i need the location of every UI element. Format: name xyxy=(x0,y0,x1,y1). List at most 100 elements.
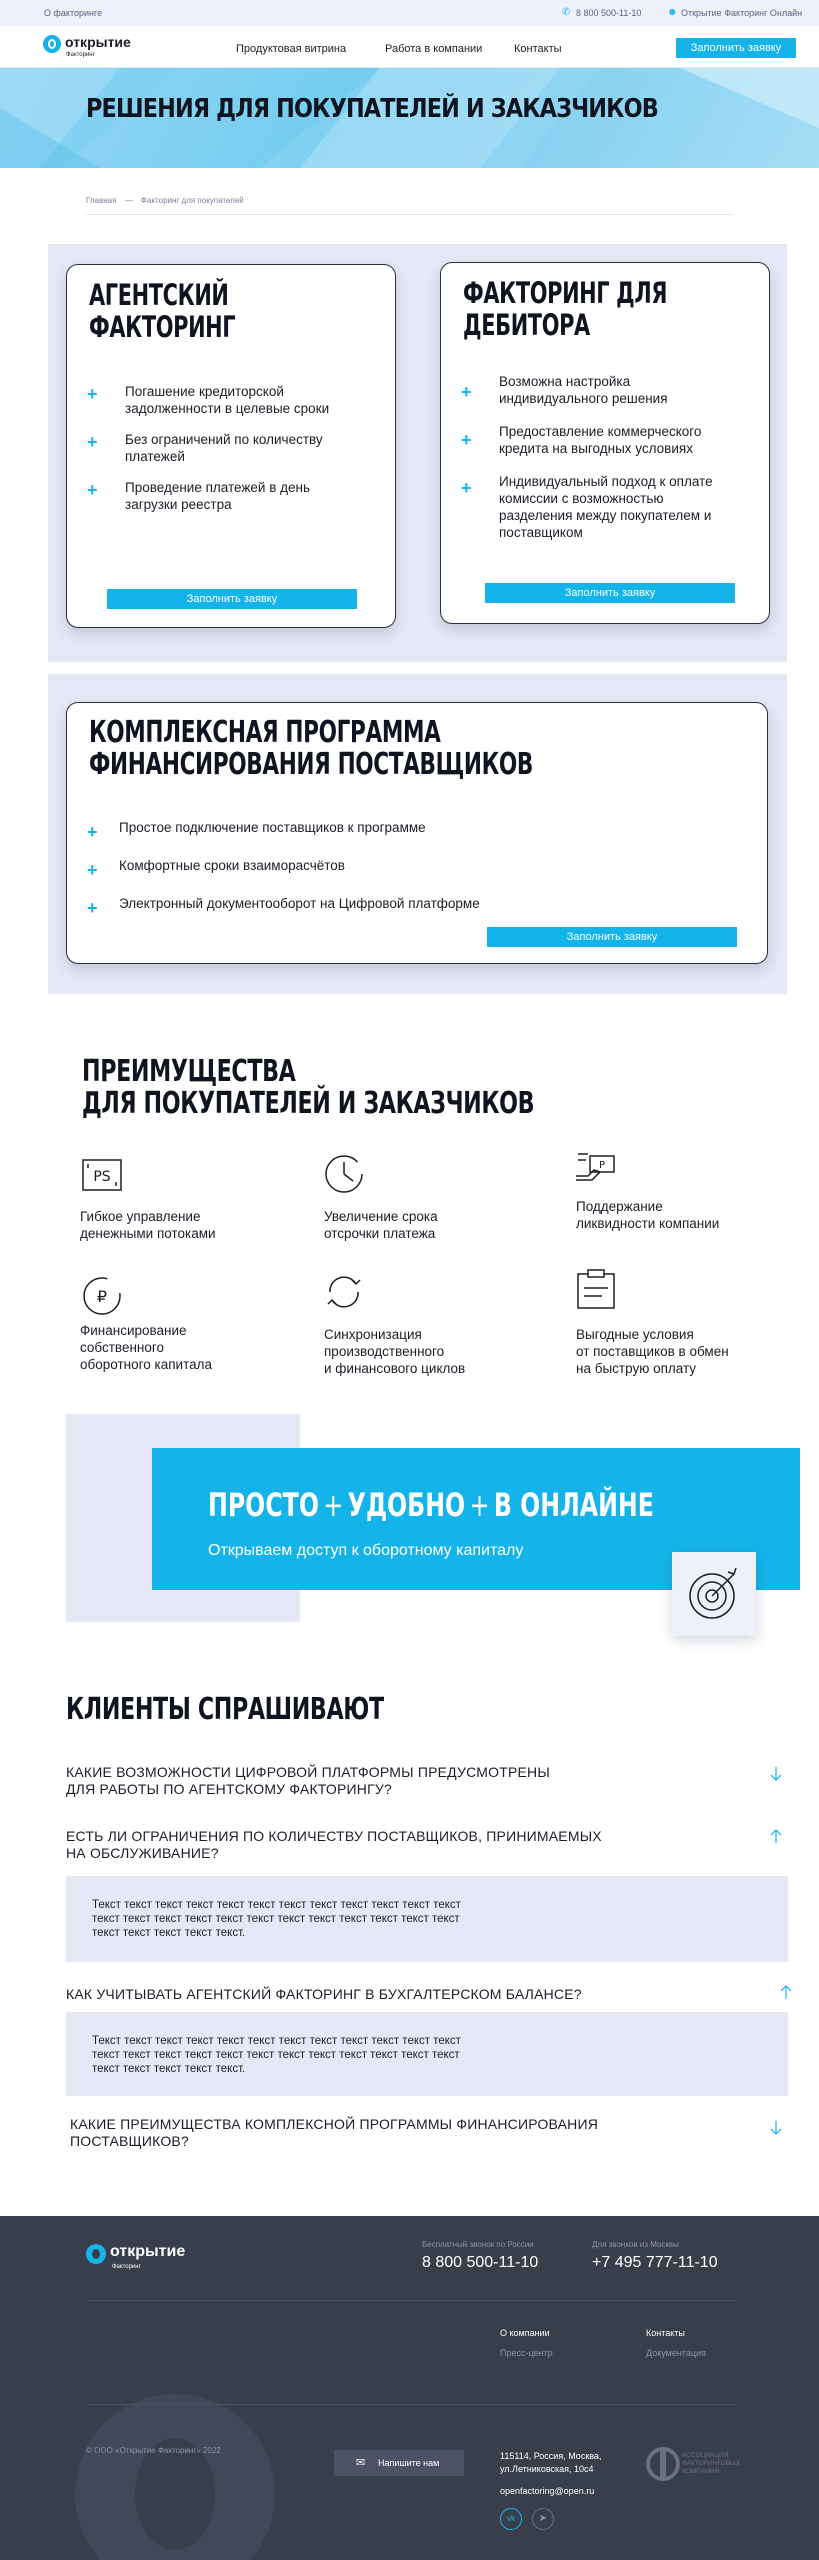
logo-subtitle: Факторинг xyxy=(66,52,95,58)
divider xyxy=(86,214,734,215)
telegram-icon[interactable]: ➤ xyxy=(532,2508,554,2530)
card-list-item: Комфортные сроки взаиморасчётов xyxy=(119,858,345,873)
footer-link-press[interactable]: Пресс-центр xyxy=(500,2348,553,2358)
cash-flow-icon: PS xyxy=(82,1159,122,1191)
footer-phone2[interactable]: +7 495 777-11-10 xyxy=(592,2254,718,2272)
phone1-label: Бесплатный звонок по России xyxy=(422,2240,534,2249)
advantage-text: Увеличение срока отсрочки платежа xyxy=(324,1209,438,1241)
header-apply-button[interactable]: Заполнить заявку xyxy=(676,38,796,58)
user-icon: ☻ xyxy=(667,7,678,18)
agent-apply-button[interactable]: Заполнить заявку xyxy=(107,589,357,609)
phone2-label: Для звонков из Москвы xyxy=(592,2240,679,2249)
footer-link-docs[interactable]: Документация xyxy=(646,2348,706,2358)
debtor-factoring-card: ФАКТОРИНГ ДЛЯ ДЕБИТОРА + Возможна настрой… xyxy=(440,262,770,624)
mail-icon: ✉ xyxy=(356,2457,366,2469)
plus-icon: + xyxy=(87,898,98,918)
footer-logo-subtitle: Факторинг xyxy=(112,2264,141,2270)
svg-text:₽: ₽ xyxy=(97,1287,107,1306)
nav-products[interactable]: Продуктовая витрина xyxy=(236,43,346,55)
footer-divider xyxy=(86,2404,734,2405)
topbar-phone[interactable]: 8 800 500-11-10 xyxy=(576,8,641,18)
target-icon xyxy=(689,1567,737,1619)
advantages-title: ПРЕИМУЩЕСТВА ДЛЯ ПОКУПАТЕЛЕЙ И ЗАКАЗЧИКОВ xyxy=(82,1054,535,1121)
footer-divider xyxy=(86,2300,734,2301)
card-title: ФАКТОРИНГ ДЛЯ ДЕБИТОРА xyxy=(463,276,668,342)
footer-link-about[interactable]: О компании xyxy=(500,2328,550,2338)
footer-link-contacts[interactable]: Контакты xyxy=(646,2328,685,2338)
plus-icon: + xyxy=(87,384,98,404)
ruble-coin-icon: ₽ xyxy=(83,1277,121,1315)
svg-text:P: P xyxy=(599,1160,605,1171)
svg-text:PS: PS xyxy=(93,1169,110,1185)
vk-icon[interactable]: vk xyxy=(500,2508,522,2530)
plus-icon: + xyxy=(87,860,98,880)
footer: открытие Факторинг Бесплатный звонок по … xyxy=(0,2216,819,2560)
write-us-button[interactable]: ✉ Напишите нам xyxy=(334,2450,464,2476)
breadcrumb-home[interactable]: Главная xyxy=(86,196,116,205)
association-text: АССОЦИАЦИЯ ФАКТОРИНГОВЫХ КОМПАНИЙ xyxy=(682,2452,740,2475)
plus-icon: + xyxy=(87,822,98,842)
advantage-text: Поддержание ликвидности компании xyxy=(576,1199,720,1231)
card-list-item: Проведение платежей в день загрузки реест… xyxy=(125,480,311,512)
promo-title: ПРОСТО + УДОБНО + В ОНЛАЙНЕ xyxy=(208,1486,654,1524)
faq-question[interactable]: ЕСТЬ ЛИ ОГРАНИЧЕНИЯ ПО КОЛИЧЕСТВУ ПОСТАВ… xyxy=(66,1828,602,1862)
breadcrumb: Главная — Факторинг для покупателей xyxy=(86,196,244,205)
card-list-item: Без ограничений по количеству платежей xyxy=(125,432,323,464)
card-list-item: Предоставление коммерческого кредита на в… xyxy=(499,424,702,456)
logo-text[interactable]: открытие xyxy=(65,34,131,50)
nav-careers[interactable]: Работа в компании xyxy=(385,43,482,55)
advantage-text: Финансирование собственного оборотного кап… xyxy=(80,1323,212,1372)
target-tile xyxy=(672,1552,756,1636)
logo-icon xyxy=(43,35,61,53)
header: открытие Факторинг Продуктовая витрина Р… xyxy=(0,26,819,68)
arrow-up-icon[interactable] xyxy=(776,1982,796,2002)
online-link[interactable]: Открытие Факторинг Онлайн xyxy=(681,8,802,18)
arrow-up-icon[interactable] xyxy=(766,1826,786,1846)
breadcrumb-separator: — xyxy=(124,196,133,205)
phone-icon: ✆ xyxy=(562,7,571,18)
plus-icon: + xyxy=(461,478,472,498)
arrow-down-icon[interactable] xyxy=(766,2118,786,2138)
plus-icon: + xyxy=(87,480,98,500)
association-logo-icon xyxy=(646,2447,680,2481)
card-list-item: Простое подключение поставщиков к програ… xyxy=(119,820,426,835)
faq-question[interactable]: КАК УЧИТЫВАТЬ АГЕНТСКИЙ ФАКТОРИНГ В БУХГ… xyxy=(66,1986,582,2003)
advantage-text: Гибкое управление денежными потоками xyxy=(80,1209,216,1241)
footer-address: 115114, Россия, Москва, ул.Летниковская, … xyxy=(500,2451,602,2474)
card-list-item: Индивидуальный подход к оплате комиссии с… xyxy=(499,474,713,540)
program-apply-button[interactable]: Заполнить заявку xyxy=(487,927,737,947)
about-factoring-link[interactable]: О факторинге xyxy=(44,8,102,18)
top-bar: О факторинге ✆ 8 800 500-11-10 ☻ Открыти… xyxy=(0,0,819,26)
clipboard-icon xyxy=(577,1269,615,1309)
card-title: КОМПЛЕКСНАЯ ПРОГРАММА ФИНАНСИРОВАНИЯ ПОСТ… xyxy=(89,715,534,782)
card-list-item: Погашение кредиторской задолженности в це… xyxy=(125,384,330,416)
advantage-text: Выгодные условия от поставщиков в обмен на… xyxy=(576,1327,729,1376)
footer-watermark-logo xyxy=(75,2394,275,2560)
footer-logo-text[interactable]: открытие xyxy=(110,2243,185,2261)
debtor-apply-button[interactable]: Заполнить заявку xyxy=(485,583,735,603)
faq-title: КЛИЕНТЫ СПРАШИВАЮТ xyxy=(66,1692,384,1727)
agent-factoring-card: АГЕНТСКИЙ ФАКТОРИНГ + Погашение кредиторс… xyxy=(66,264,396,628)
card-list-item: Электронный документооборот на Цифровой … xyxy=(119,896,480,911)
promo-subtitle: Открываем доступ к оборотному капиталу xyxy=(208,1542,524,1559)
footer-email[interactable]: openfactoring@open.ru xyxy=(500,2486,594,2496)
complex-program-card: КОМПЛЕКСНАЯ ПРОГРАММА ФИНАНСИРОВАНИЯ ПОСТ… xyxy=(66,702,768,964)
footer-phone1[interactable]: 8 800 500-11-10 xyxy=(422,2254,538,2272)
footer-logo-icon xyxy=(86,2244,106,2264)
arrow-down-icon[interactable] xyxy=(766,1764,786,1784)
sync-icon xyxy=(327,1276,361,1308)
faq-answer: Текст текст текст текст текст текст текс… xyxy=(66,2012,788,2096)
card-title: АГЕНТСКИЙ ФАКТОРИНГ xyxy=(89,278,236,344)
faq-question[interactable]: КАКИЕ ВОЗМОЖНОСТИ ЦИФРОВОЙ ПЛАТФОРМЫ ПРЕ… xyxy=(66,1764,550,1798)
copyright: © ООО «Открытие Факторинг» 2022 xyxy=(86,2446,221,2455)
nav-contacts[interactable]: Контакты xyxy=(514,43,562,55)
plus-icon: + xyxy=(461,430,472,450)
card-list-item: Возможна настройка индивидуального решени… xyxy=(499,374,668,406)
hero-banner: РЕШЕНИЯ ДЛЯ ПОКУПАТЕЛЕЙ И ЗАКАЗЧИКОВ xyxy=(0,68,819,168)
clock-icon xyxy=(325,1155,363,1193)
plus-icon: + xyxy=(461,382,472,402)
faq-question[interactable]: КАКИЕ ПРЕИМУЩЕСТВА КОМПЛЕКСНОЙ ПРОГРАММЫ… xyxy=(70,2116,598,2150)
hand-money-icon: P xyxy=(576,1153,615,1181)
breadcrumb-current: Факторинг для покупателей xyxy=(140,196,244,205)
faq-answer: Текст текст текст текст текст текст текс… xyxy=(66,1876,788,1962)
